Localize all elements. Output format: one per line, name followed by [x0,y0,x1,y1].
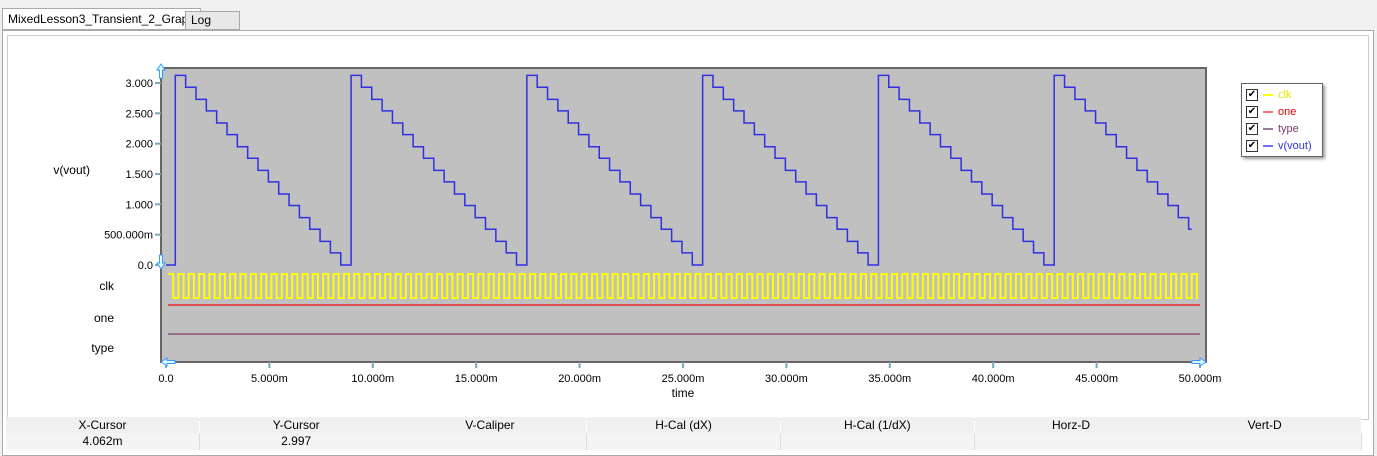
x-tick-label: 35.000m [868,373,911,385]
x-tick-label: 45.000m [1075,373,1118,385]
x-tick-label: 20.000m [558,373,601,385]
cursor-value [587,433,782,450]
column-header: V-Caliper [393,417,587,433]
column-header: H-Cal (1/dX) [780,417,974,433]
legend-item-vout[interactable]: ✔ v(vout) [1246,138,1312,154]
x-tick-label: 40.000m [972,373,1015,385]
column-header: H-Cal (dX) [587,417,781,433]
y-tick-label: 3.000 [125,78,153,90]
y-tick-label: 0.0 [138,260,153,272]
x-tick-label: 25.000m [662,373,705,385]
cursor-value: 2.997 [199,433,394,450]
y-tick-label: 1.000 [125,199,153,211]
cursor-value: 4.062m [6,433,200,450]
cursor-value [974,433,1169,450]
x-tick-label: 30.000m [765,373,808,385]
column-header: Horz-D [974,417,1168,433]
legend-item-type[interactable]: ✔ type [1246,121,1299,137]
waveform-chart[interactable]: 0.0 500.000m 1.000 1.500 2.000 2.500 3.000 0.0 5… [0,0,1377,456]
x-tick-label: 0.0 [158,373,173,385]
y-tick-label: 500.000m [104,230,153,242]
cursor-value [1168,433,1363,450]
checkbox[interactable]: ✔ [1246,123,1258,135]
column-header: X-Cursor [6,417,199,433]
x-tick-label: 50.000m [1179,373,1222,385]
y-tick-label: 2.500 [125,108,153,120]
x-tick-label: 15.000m [455,373,498,385]
y-tick-label: 2.000 [125,139,153,151]
digital-label: clk [99,279,115,293]
digital-label: type [91,341,114,355]
checkbox[interactable]: ✔ [1246,89,1258,101]
cursor-table: X-Cursor 4.062m Y-Cursor 2.997 V-Caliper H-Ca… [6,417,1363,451]
column-header: Y-Cursor [199,417,393,433]
plot-area [160,67,1207,363]
legend-item-clk[interactable]: ✔ clk [1246,87,1291,103]
cursor-value [780,433,975,450]
legend: ✔ clk ✔ one ✔ type ✔ v(vout) [1241,83,1323,157]
x-axis-label: time [672,386,695,400]
column-header: Vert-D [1168,417,1362,433]
y-tick-label: 1.500 [125,169,153,181]
x-tick-label: 5.000m [251,373,288,385]
x-tick-label: 10.000m [351,373,394,385]
digital-label: one [94,311,114,325]
checkbox[interactable]: ✔ [1246,140,1258,152]
legend-item-one[interactable]: ✔ one [1246,104,1296,120]
y-axis-label: v(vout) [53,163,90,177]
checkbox[interactable]: ✔ [1246,106,1258,118]
cursor-value [393,433,588,450]
